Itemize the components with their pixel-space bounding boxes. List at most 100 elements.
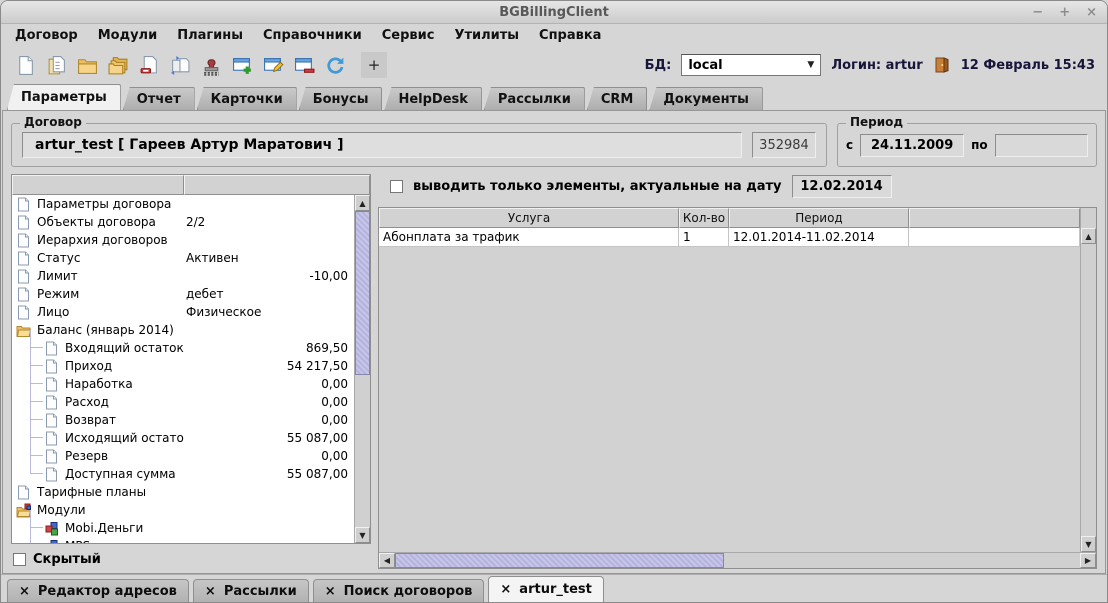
tree-item-label: Лимит (37, 269, 78, 283)
scroll-down-icon[interactable]: ▼ (1081, 536, 1096, 552)
table-horizontal-scrollbar[interactable]: ◀ ▶ (379, 552, 1096, 568)
tree-item-label-group: Лицо (16, 303, 184, 321)
table-vertical-scrollbar[interactable]: ▲ ▼ (1080, 208, 1096, 552)
edit-window-icon[interactable] (261, 53, 285, 77)
tree-header-name-column[interactable] (12, 175, 184, 195)
close-icon[interactable]: × (19, 584, 30, 599)
menu-item-справочники[interactable]: Справочники (253, 26, 372, 45)
tree-row[interactable]: Приход54 217,50 (12, 357, 354, 375)
contract-tab-artur_test[interactable]: ×artur_test (488, 576, 603, 602)
column-header-Услуга[interactable]: Услуга (379, 208, 679, 228)
exit-door-icon[interactable] (933, 56, 951, 74)
tree-row[interactable]: Лимит-10,00 (12, 267, 354, 285)
tree-header-value-column[interactable] (184, 175, 370, 195)
tree-row[interactable]: Модули (12, 501, 354, 519)
scroll-up-icon[interactable]: ▲ (355, 195, 370, 211)
column-header-extra[interactable] (909, 208, 1080, 228)
document-icon (16, 251, 31, 266)
table-scroll-thumb[interactable] (395, 553, 724, 568)
tree-connector-line (30, 330, 43, 348)
column-header-Период[interactable]: Период (729, 208, 909, 228)
tab-рассылки[interactable]: Рассылки (484, 87, 585, 110)
tree-row[interactable]: Mobi.Деньги (12, 519, 354, 537)
period-from-field[interactable]: 24.11.2009 (860, 134, 964, 157)
stamp-icon[interactable] (199, 53, 223, 77)
folder-modules-icon (16, 503, 31, 518)
refresh-icon[interactable] (323, 53, 347, 77)
contract-tab-редактор-адресов[interactable]: ×Редактор адресов (7, 579, 189, 602)
tree-item-label-group: Входящий остаток (44, 339, 184, 357)
tree-row[interactable]: Объекты договора2/2 (12, 213, 354, 231)
close-icon[interactable]: × (205, 584, 216, 599)
contract-tab-рассылки[interactable]: ×Рассылки (193, 579, 309, 602)
minimize-button[interactable]: − (1032, 6, 1043, 19)
tree-row[interactable]: Наработка0,00 (12, 375, 354, 393)
tab-параметры[interactable]: Параметры (7, 84, 121, 110)
maximize-button[interactable]: + (1059, 6, 1070, 19)
tab-helpdesk[interactable]: HelpDesk (384, 87, 481, 110)
tree-scroll-thumb[interactable] (355, 211, 370, 375)
actual-on-date-checkbox[interactable] (390, 180, 403, 193)
scroll-down-icon[interactable]: ▼ (355, 527, 370, 543)
new-document-icon[interactable] (13, 53, 37, 77)
open-contracts-tab-bar: ×Редактор адресов×Рассылки×Поиск договор… (1, 574, 1107, 602)
close-button[interactable]: × (1086, 6, 1097, 19)
tree-row[interactable]: Режимдебет (12, 285, 354, 303)
delete-document-icon[interactable] (137, 53, 161, 77)
title-bar[interactable]: BGBillingClient − + × (1, 1, 1107, 24)
copy-document-icon[interactable] (44, 53, 68, 77)
tree-row[interactable]: Расход0,00 (12, 393, 354, 411)
tab-бонусы[interactable]: Бонусы (299, 87, 383, 110)
tree-row[interactable]: MPS (12, 537, 354, 543)
period-to-field[interactable] (995, 134, 1088, 157)
tree-row[interactable]: Баланс (январь 2014) (12, 321, 354, 339)
contract-id-field[interactable]: 352984 (752, 132, 816, 158)
table-row[interactable]: Абонплата за трафик112.01.2014-11.02.201… (379, 228, 1080, 247)
tab-crm[interactable]: CRM (587, 87, 648, 110)
hidden-checkbox[interactable] (13, 553, 26, 566)
paste-document-icon[interactable] (168, 53, 192, 77)
remove-window-icon[interactable] (292, 53, 316, 77)
contract-tab-поиск-договоров[interactable]: ×Поиск договоров (313, 579, 485, 602)
menu-item-сервис[interactable]: Сервис (372, 26, 445, 45)
tree-row[interactable]: Иерархия договоров (12, 231, 354, 249)
tree-item-value: 55 087,00 (186, 429, 348, 447)
folders-icon[interactable] (106, 53, 130, 77)
tab-отчет[interactable]: Отчет (123, 87, 195, 110)
tree-row[interactable]: Исходящий остаток55 087,00 (12, 429, 354, 447)
tab-карточки[interactable]: Карточки (197, 87, 297, 110)
close-icon[interactable]: × (500, 582, 511, 597)
scroll-right-icon[interactable]: ▶ (1080, 553, 1096, 568)
tree-item-value (186, 537, 348, 543)
main-tab-bar: ПараметрыОтчетКарточкиБонусыHelpDeskРасс… (1, 84, 1107, 110)
tree-vertical-scrollbar[interactable]: ▲ ▼ (354, 195, 370, 543)
tree-row[interactable]: СтатусАктивен (12, 249, 354, 267)
close-icon[interactable]: × (325, 584, 336, 599)
tree-row[interactable]: Резерв0,00 (12, 447, 354, 465)
actual-date-field[interactable]: 12.02.2014 (792, 175, 892, 198)
tree-row[interactable]: Доступная сумма55 087,00 (12, 465, 354, 483)
tree-row[interactable]: Тарифные планы (12, 483, 354, 501)
tree-item-value: Активен (186, 249, 348, 267)
add-window-icon[interactable] (230, 53, 254, 77)
tree-item-label: Доступная сумма (65, 467, 176, 481)
contract-name-field[interactable]: artur_test [ Гареев Артур Маратович ] (22, 132, 742, 158)
open-folder-icon[interactable] (75, 53, 99, 77)
menu-item-плагины[interactable]: Плагины (167, 26, 253, 45)
scroll-left-icon[interactable]: ◀ (379, 553, 395, 568)
document-icon (16, 233, 31, 248)
tab-документы[interactable]: Документы (649, 87, 763, 110)
add-plugin-button[interactable]: + (361, 52, 387, 78)
tree-row[interactable]: Входящий остаток869,50 (12, 339, 354, 357)
db-select[interactable]: local ▼ (681, 54, 821, 76)
tree-row[interactable]: Параметры договора (12, 195, 354, 213)
menu-item-справка[interactable]: Справка (529, 26, 611, 45)
column-header-Кол-во[interactable]: Кол-во (679, 208, 729, 228)
actual-on-date-label: выводить только элементы, актуальные на … (413, 179, 782, 194)
tree-row[interactable]: ЛицоФизическое (12, 303, 354, 321)
tree-row[interactable]: Возврат0,00 (12, 411, 354, 429)
menu-item-утилиты[interactable]: Утилиты (444, 26, 529, 45)
menu-item-модули[interactable]: Модули (88, 26, 167, 45)
menu-item-договор[interactable]: Договор (5, 26, 88, 45)
scroll-up-icon[interactable]: ▲ (1081, 228, 1096, 244)
